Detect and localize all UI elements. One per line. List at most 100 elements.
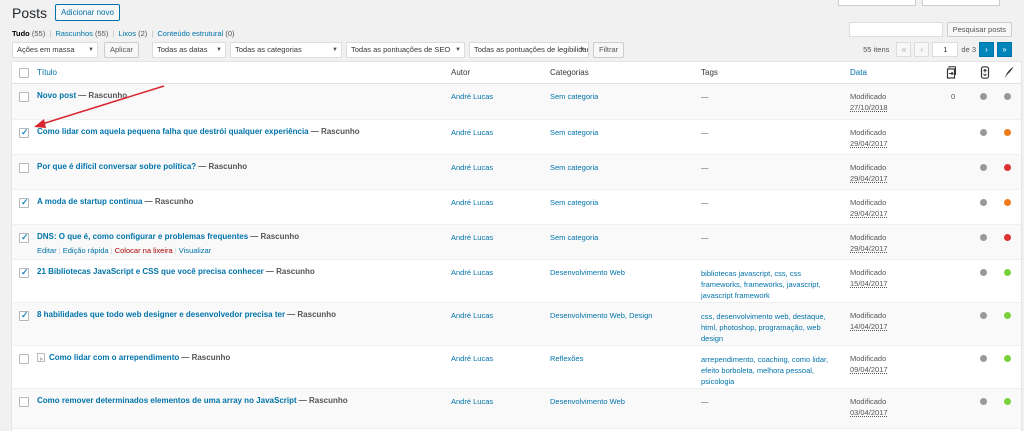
seo-score-filter-select[interactable]: Todas as pontuações de SEO ▼: [346, 42, 465, 58]
view-link[interactable]: Visualizar: [179, 246, 211, 255]
author-link[interactable]: André Lucas: [451, 311, 493, 320]
post-title-link[interactable]: Novo post: [37, 91, 76, 100]
help-tab[interactable]: [922, 0, 1000, 6]
post-title-link[interactable]: 21 Bibliotecas JavaScript e CSS que você…: [37, 267, 264, 276]
row-checkbox[interactable]: [19, 163, 29, 173]
seo-score-dot: [980, 269, 987, 276]
readability-filter-select[interactable]: Todas as pontuações de legibilidade ▼: [469, 42, 589, 58]
row-checkbox[interactable]: [19, 354, 29, 364]
prev-page-button: ‹: [914, 42, 930, 57]
category-link[interactable]: Sem categoria: [550, 92, 598, 101]
post-title-cell: DNS: O que é, como configurar e problema…: [37, 232, 299, 241]
trash-link[interactable]: Colocar na lixeira: [115, 246, 173, 255]
column-title[interactable]: Título: [37, 68, 57, 77]
table-row: 21 Bibliotecas JavaScript e CSS que você…: [12, 260, 1021, 303]
post-status: — Rascunho: [78, 91, 128, 100]
view-cornerstone[interactable]: Conteúdo estrutural: [157, 29, 223, 38]
post-title-cell: 21 Bibliotecas JavaScript e CSS que você…: [37, 267, 315, 276]
view-trash[interactable]: Lixos: [118, 29, 136, 38]
row-actions: Editar | Edição rápida | Colocar na lixe…: [37, 246, 212, 255]
tags-cell: —: [701, 163, 709, 172]
author-link[interactable]: André Lucas: [451, 268, 493, 277]
post-title-link[interactable]: 8 habilidades que todo web designer e de…: [37, 310, 285, 319]
categories-filter-value: Todas as categorias: [235, 45, 302, 54]
author-link[interactable]: André Lucas: [451, 92, 493, 101]
view-all[interactable]: Tudo: [12, 29, 30, 38]
dates-filter-select[interactable]: Todas as datas ▼: [152, 42, 226, 58]
date-label: Modificado: [850, 128, 887, 137]
post-title-link[interactable]: Como lidar com aquela pequena falha que …: [37, 127, 309, 136]
readability-score-dot: [1004, 269, 1011, 276]
row-checkbox[interactable]: [19, 232, 29, 243]
table-row: A moda de startup continua — Rascunho And…: [12, 190, 1021, 225]
seo-score-icon: [980, 66, 990, 79]
tags-cell[interactable]: css, desenvolvimento web, destaque, html…: [701, 311, 831, 344]
post-title-link[interactable]: Por que é difícil conversar sobre políti…: [37, 162, 196, 171]
category-link[interactable]: Desenvolvimento Web, Design: [550, 311, 652, 320]
date-value: 14/04/2017: [850, 322, 888, 331]
next-page-button[interactable]: ›: [979, 42, 994, 57]
readability-score-dot: [1004, 164, 1011, 171]
author-link[interactable]: André Lucas: [451, 128, 493, 137]
view-drafts[interactable]: Rascunhos: [55, 29, 93, 38]
author-link[interactable]: André Lucas: [451, 354, 493, 363]
category-link[interactable]: Sem categoria: [550, 128, 598, 137]
author-link[interactable]: André Lucas: [451, 233, 493, 242]
date-label: Modificado: [850, 163, 887, 172]
current-page-input[interactable]: 1: [932, 42, 959, 57]
quick-edit-link[interactable]: Edição rápida: [63, 246, 109, 255]
category-link[interactable]: Sem categoria: [550, 198, 598, 207]
seo-score-filter-value: Todas as pontuações de SEO: [351, 45, 451, 54]
date-value: 29/04/2017: [850, 244, 888, 253]
post-status: — Rascunho: [287, 310, 337, 319]
categories-filter-select[interactable]: Todas as categorias ▼: [230, 42, 342, 58]
bulk-actions-select[interactable]: Ações em massa ▼: [12, 42, 98, 58]
post-title-link[interactable]: DNS: O que é, como configurar e problema…: [37, 232, 248, 241]
date-cell: Modificado 29/04/2017: [850, 232, 888, 254]
seo-score-dot: [980, 355, 987, 362]
edit-link[interactable]: Editar: [37, 246, 57, 255]
first-page-button: «: [896, 42, 912, 57]
date-label: Modificado: [850, 92, 887, 101]
items-count: 55 itens: [863, 45, 890, 54]
add-new-button[interactable]: Adicionar novo: [55, 4, 120, 21]
row-checkbox[interactable]: [19, 197, 29, 208]
last-page-button[interactable]: »: [997, 42, 1012, 57]
post-title-link[interactable]: Como remover determinados elementos de u…: [37, 396, 297, 405]
post-status-views: Tudo (55) | Rascunhos (55) | Lixos (2) |…: [12, 29, 235, 38]
row-checkbox[interactable]: [19, 92, 29, 102]
post-title-cell: Como lidar com o arrependimento — Rascun…: [37, 352, 230, 363]
apply-button[interactable]: Aplicar: [104, 42, 139, 58]
view-separator: |: [112, 29, 115, 38]
column-date[interactable]: Data: [850, 68, 867, 77]
category-link[interactable]: Desenvolvimento Web: [550, 268, 625, 277]
post-title-link[interactable]: Como lidar com o arrependimento: [49, 353, 179, 362]
page-header: Posts Adicionar novo: [12, 4, 120, 21]
author-link[interactable]: André Lucas: [451, 198, 493, 207]
category-link[interactable]: Reflexões: [550, 354, 583, 363]
search-input[interactable]: [848, 22, 943, 37]
date-cell: Modificado 14/04/2017: [850, 310, 888, 332]
row-checkbox[interactable]: [19, 397, 29, 407]
table-row: Como remover determinados elementos de u…: [12, 389, 1021, 429]
author-link[interactable]: André Lucas: [451, 163, 493, 172]
date-cell: Modificado 29/04/2017: [850, 162, 888, 184]
screen-options-tab[interactable]: [838, 0, 916, 6]
row-checkbox[interactable]: [19, 267, 29, 278]
tags-cell: —: [701, 128, 709, 137]
author-link[interactable]: André Lucas: [451, 397, 493, 406]
post-title-cell: Como remover determinados elementos de u…: [37, 396, 348, 405]
tags-cell[interactable]: arrependimento, coaching, como lidar, ef…: [701, 354, 831, 387]
post-title-link[interactable]: A moda de startup continua: [37, 197, 143, 206]
category-link[interactable]: Sem categoria: [550, 233, 598, 242]
category-link[interactable]: Desenvolvimento Web: [550, 397, 625, 406]
tags-cell[interactable]: bibliotecas javascript, css, css framewo…: [701, 268, 831, 301]
readability-filter-value: Todas as pontuações de legibilidade: [474, 45, 589, 54]
search-posts-button[interactable]: Pesquisar posts: [946, 22, 1012, 37]
outgoing-links-icon: [946, 66, 956, 79]
filter-button[interactable]: Filtrar: [593, 42, 625, 58]
select-all-checkbox[interactable]: [19, 68, 29, 78]
row-checkbox[interactable]: [19, 310, 29, 321]
category-link[interactable]: Sem categoria: [550, 163, 598, 172]
row-checkbox[interactable]: [19, 127, 29, 138]
